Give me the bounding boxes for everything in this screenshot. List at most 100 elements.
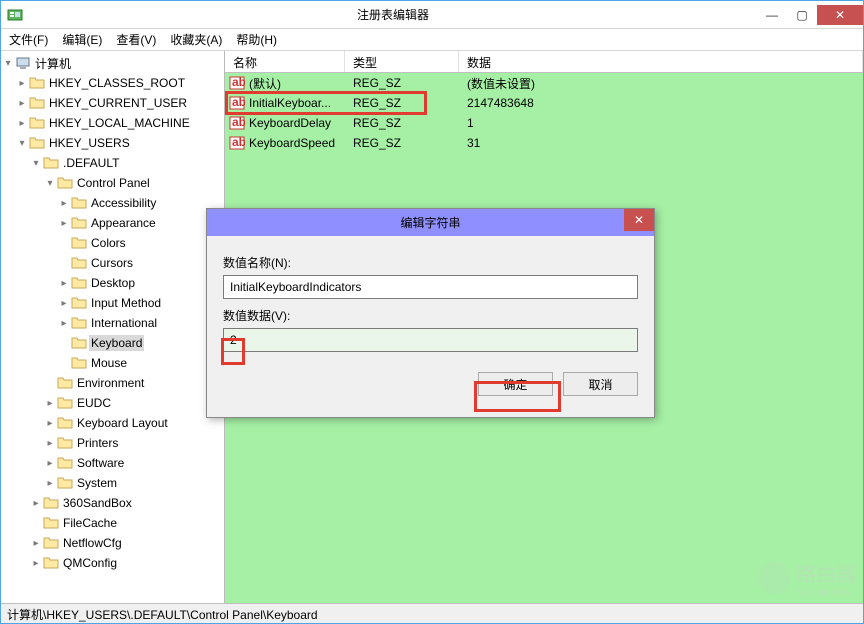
collapse-icon[interactable]: ▾ xyxy=(43,178,57,189)
tree-eudc[interactable]: ▸EUDC xyxy=(1,393,224,413)
ok-button[interactable]: 确定 xyxy=(478,372,553,396)
expand-icon[interactable]: ▸ xyxy=(57,198,71,209)
collapse-icon[interactable]: ▾ xyxy=(29,158,43,169)
folder-icon xyxy=(57,375,73,391)
tree-hkcr[interactable]: ▸ HKEY_CLASSES_ROOT xyxy=(1,73,224,93)
svg-text:ab: ab xyxy=(232,75,245,89)
folder-icon xyxy=(29,115,45,131)
expand-icon[interactable]: ▸ xyxy=(15,78,29,89)
list-header: 名称 类型 数据 xyxy=(225,51,863,73)
tree-environment[interactable]: ▸Environment xyxy=(1,373,224,393)
folder-icon xyxy=(71,255,87,271)
tree-pane[interactable]: ▾ 计算机 ▸ HKEY_CLASSES_ROOT ▸ HKEY_CURRENT… xyxy=(1,51,225,603)
tree-root[interactable]: ▾ 计算机 xyxy=(1,53,224,73)
expand-icon[interactable]: ▸ xyxy=(15,118,29,129)
tree-360sandbox[interactable]: ▸360SandBox xyxy=(1,493,224,513)
folder-icon xyxy=(71,335,87,351)
collapse-icon[interactable]: ▾ xyxy=(1,58,15,69)
expand-icon[interactable]: ▸ xyxy=(43,418,57,429)
folder-icon xyxy=(71,295,87,311)
menu-help[interactable]: 帮助(H) xyxy=(236,31,277,48)
expand-icon[interactable]: ▸ xyxy=(43,438,57,449)
tree-keyboard-layout[interactable]: ▸Keyboard Layout xyxy=(1,413,224,433)
value-data-input[interactable] xyxy=(223,328,638,352)
tree-hku[interactable]: ▾ HKEY_USERS xyxy=(1,133,224,153)
maximize-button[interactable]: ▢ xyxy=(787,5,817,25)
menu-file[interactable]: 文件(F) xyxy=(9,31,48,48)
close-button[interactable]: ✕ xyxy=(817,5,863,25)
value-data-label: 数值数据(V): xyxy=(223,307,638,324)
tree-input-method[interactable]: ▸Input Method xyxy=(1,293,224,313)
expand-icon[interactable]: ▸ xyxy=(15,98,29,109)
tree-system[interactable]: ▸System xyxy=(1,473,224,493)
tree-appearance[interactable]: ▸Appearance xyxy=(1,213,224,233)
menu-favorites[interactable]: 收藏夹(A) xyxy=(170,31,222,48)
string-value-icon: ab xyxy=(229,115,245,131)
expand-icon[interactable]: ▸ xyxy=(29,498,43,509)
tree-default[interactable]: ▾ .DEFAULT xyxy=(1,153,224,173)
dialog-titlebar[interactable]: 编辑字符串 ✕ xyxy=(207,209,654,236)
col-type[interactable]: 类型 xyxy=(345,51,459,72)
tree-filecache[interactable]: ▸FileCache xyxy=(1,513,224,533)
tree-hkcu[interactable]: ▸ HKEY_CURRENT_USER xyxy=(1,93,224,113)
tree-netflowcfg[interactable]: ▸NetflowCfg xyxy=(1,533,224,553)
tree-printers[interactable]: ▸Printers xyxy=(1,433,224,453)
tree-keyboard[interactable]: ▸Keyboard xyxy=(1,333,224,353)
expand-icon[interactable]: ▸ xyxy=(43,478,57,489)
cancel-button[interactable]: 取消 xyxy=(563,372,638,396)
expand-icon[interactable]: ▸ xyxy=(57,218,71,229)
folder-icon xyxy=(71,195,87,211)
dialog-body: 数值名称(N): 数值数据(V): 确定 取消 xyxy=(207,236,654,406)
collapse-icon[interactable]: ▾ xyxy=(15,138,29,149)
string-value-icon: ab xyxy=(229,75,245,91)
menubar: 文件(F) 编辑(E) 查看(V) 收藏夹(A) 帮助(H) xyxy=(1,29,863,51)
string-value-icon: ab xyxy=(229,95,245,111)
value-name-input[interactable] xyxy=(223,275,638,299)
list-row[interactable]: abInitialKeyboar... REG_SZ 2147483648 xyxy=(225,93,863,113)
computer-icon xyxy=(15,55,31,71)
expand-icon[interactable]: ▸ xyxy=(57,298,71,309)
expand-icon[interactable]: ▸ xyxy=(43,398,57,409)
menu-view[interactable]: 查看(V) xyxy=(116,31,156,48)
folder-icon xyxy=(71,215,87,231)
tree-accessibility[interactable]: ▸Accessibility xyxy=(1,193,224,213)
expand-icon[interactable]: ▸ xyxy=(43,458,57,469)
folder-icon xyxy=(29,75,45,91)
folder-icon xyxy=(43,155,59,171)
folder-icon xyxy=(57,175,73,191)
folder-icon xyxy=(57,415,73,431)
dialog-close-button[interactable]: ✕ xyxy=(624,209,654,231)
folder-icon xyxy=(71,235,87,251)
col-name[interactable]: 名称 xyxy=(225,51,345,72)
tree-desktop[interactable]: ▸Desktop xyxy=(1,273,224,293)
folder-icon xyxy=(57,395,73,411)
list-row[interactable]: abKeyboardDelay REG_SZ 1 xyxy=(225,113,863,133)
folder-icon xyxy=(29,95,45,111)
value-name-label: 数值名称(N): xyxy=(223,254,638,271)
menu-edit[interactable]: 编辑(E) xyxy=(62,31,102,48)
list-row[interactable]: ab(默认) REG_SZ (数值未设置) xyxy=(225,73,863,93)
tree-qmconfig[interactable]: ▸QMConfig xyxy=(1,553,224,573)
tree-control-panel[interactable]: ▾ Control Panel xyxy=(1,173,224,193)
folder-icon xyxy=(43,535,59,551)
list-row[interactable]: abKeyboardSpeed REG_SZ 31 xyxy=(225,133,863,153)
tree-mouse[interactable]: ▸Mouse xyxy=(1,353,224,373)
expand-icon[interactable]: ▸ xyxy=(57,318,71,329)
tree-hklm[interactable]: ▸ HKEY_LOCAL_MACHINE xyxy=(1,113,224,133)
tree-international[interactable]: ▸International xyxy=(1,313,224,333)
expand-icon[interactable]: ▸ xyxy=(57,278,71,289)
edit-string-dialog: 编辑字符串 ✕ 数值名称(N): 数值数据(V): 确定 取消 xyxy=(206,208,655,418)
col-data[interactable]: 数据 xyxy=(459,51,863,72)
folder-icon xyxy=(57,475,73,491)
tree-cursors[interactable]: ▸Cursors xyxy=(1,253,224,273)
folder-icon xyxy=(71,275,87,291)
minimize-button[interactable]: — xyxy=(757,5,787,25)
svg-text:ab: ab xyxy=(232,95,245,109)
folder-icon xyxy=(43,495,59,511)
expand-icon[interactable]: ▸ xyxy=(29,558,43,569)
tree-software[interactable]: ▸Software xyxy=(1,453,224,473)
window-buttons: — ▢ ✕ xyxy=(757,5,863,25)
tree-colors[interactable]: ▸Colors xyxy=(1,233,224,253)
folder-icon xyxy=(71,355,87,371)
expand-icon[interactable]: ▸ xyxy=(29,538,43,549)
